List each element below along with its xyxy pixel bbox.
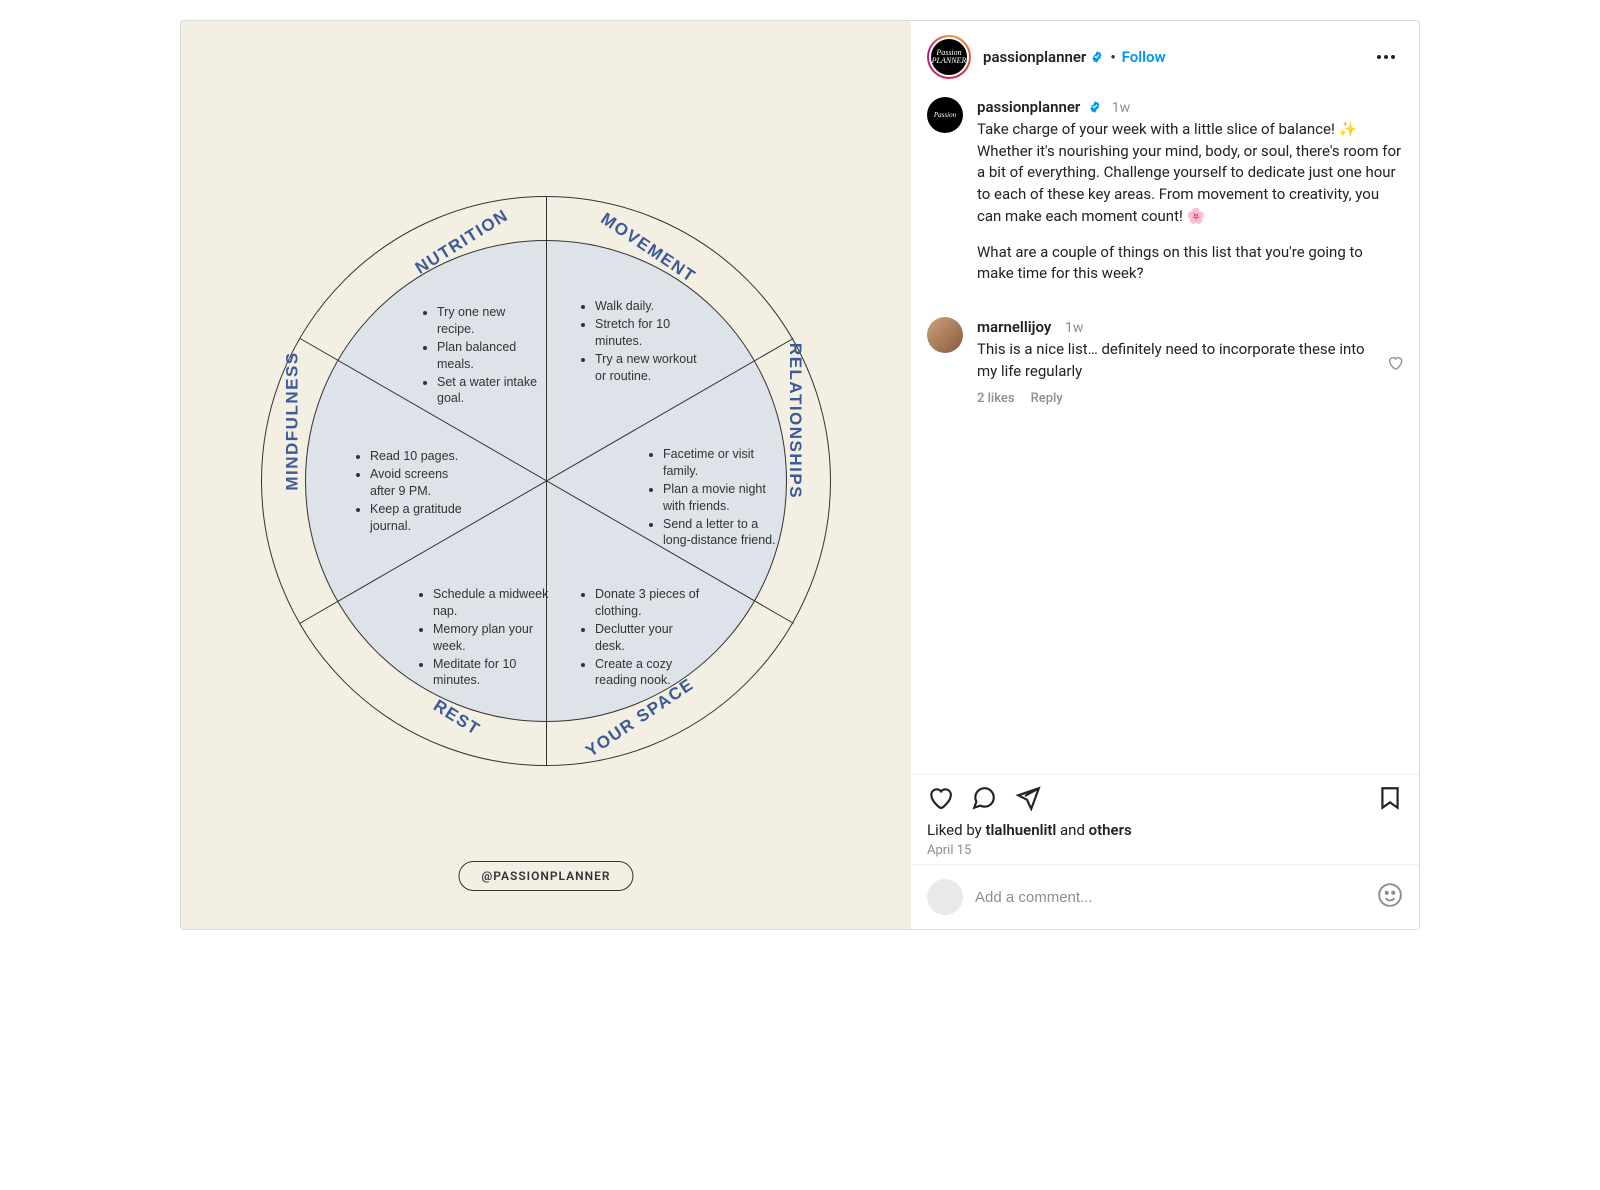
- action-row: [927, 785, 1403, 811]
- post-actions: Liked by tlalhuenlitl and others April 1…: [911, 774, 1419, 864]
- avatar-story-ring[interactable]: PassionPLANNER: [927, 35, 971, 79]
- liked-by-and: and: [1056, 821, 1088, 839]
- comment-text: This is a nice list… definitely need to …: [977, 340, 1365, 380]
- section-items-rest: Schedule a midweek nap.Memory plan your …: [419, 586, 549, 690]
- comment-avatar[interactable]: [927, 317, 963, 353]
- comment-meta: 2 likes Reply: [977, 390, 1373, 409]
- liked-by-user[interactable]: tlalhuenlitl: [985, 821, 1056, 839]
- post-header: PassionPLANNER passionplanner • Follow: [911, 21, 1419, 93]
- emoji-button[interactable]: [1377, 882, 1403, 912]
- caption-para2: What are a couple of things on this list…: [977, 242, 1403, 286]
- more-options-button[interactable]: [1369, 47, 1403, 67]
- comment-body: marnellijoy 1w This is a nice list… defi…: [977, 317, 1373, 409]
- liked-by: Liked by tlalhuenlitl and others: [927, 821, 1403, 839]
- verified-icon: [1090, 50, 1104, 64]
- post-date: April 15: [927, 843, 1403, 858]
- comment-input[interactable]: [975, 889, 1365, 906]
- section-items-nutrition: Try one new recipe.Plan balanced meals.S…: [423, 304, 543, 408]
- section-items-movement: Walk daily.Stretch for 10 minutes.Try a …: [581, 298, 701, 385]
- save-button[interactable]: [1377, 785, 1403, 811]
- comment-username[interactable]: marnellijoy: [977, 318, 1051, 336]
- liked-by-others[interactable]: others: [1089, 821, 1132, 839]
- like-button[interactable]: [927, 785, 953, 811]
- comment-reply[interactable]: Reply: [1031, 390, 1063, 409]
- comment-likes[interactable]: 2 likes: [977, 390, 1015, 409]
- section-items-mindfulness: Read 10 pages.Avoid screens after 9 PM.K…: [356, 448, 476, 535]
- avatar: PassionPLANNER: [929, 37, 969, 77]
- caption-username[interactable]: passionplanner: [977, 98, 1080, 116]
- header-username-row: passionplanner • Follow: [983, 48, 1166, 66]
- comment-button[interactable]: [971, 785, 997, 811]
- comment-block: marnellijoy 1w This is a nice list… defi…: [927, 317, 1403, 409]
- post-body: Passion passionplanner 1w Take charge of…: [911, 93, 1419, 774]
- caption-para1: Take charge of your week with a little s…: [977, 120, 1401, 225]
- caption-block: Passion passionplanner 1w Take charge of…: [927, 97, 1403, 299]
- caption-text: passionplanner 1w Take charge of your we…: [977, 97, 1403, 299]
- post-container: Time to Schedule This Week NUTRITION MOV…: [180, 20, 1420, 930]
- wheel: NUTRITION MOVEMENT RELATIONSHIPS YOUR SP…: [261, 196, 831, 766]
- follow-button[interactable]: Follow: [1122, 48, 1166, 66]
- share-button[interactable]: [1015, 785, 1041, 811]
- comment-like-button[interactable]: [1387, 355, 1403, 371]
- add-comment-row: [911, 864, 1419, 929]
- username[interactable]: passionplanner: [983, 48, 1086, 66]
- current-user-avatar: [927, 879, 963, 915]
- caption-timestamp: 1w: [1112, 100, 1130, 116]
- liked-by-prefix: Liked by: [927, 821, 985, 839]
- section-items-relationships: Facetime or visit family.Plan a movie ni…: [649, 446, 781, 550]
- verified-icon: [1088, 99, 1102, 113]
- comment-timestamp: 1w: [1065, 320, 1083, 336]
- handle-pill: @PASSIONPLANNER: [458, 861, 633, 891]
- caption-avatar[interactable]: Passion: [927, 97, 963, 133]
- post-image: Time to Schedule This Week NUTRITION MOV…: [181, 21, 911, 930]
- post-side-panel: PassionPLANNER passionplanner • Follow P…: [911, 21, 1419, 929]
- dot-separator: •: [1110, 48, 1115, 66]
- section-items-yourspace: Donate 3 pieces of clothing.Declutter yo…: [581, 586, 706, 690]
- section-label-mindfulness: MINDFULNESS: [283, 351, 303, 490]
- section-label-relationships: RELATIONSHIPS: [785, 343, 805, 499]
